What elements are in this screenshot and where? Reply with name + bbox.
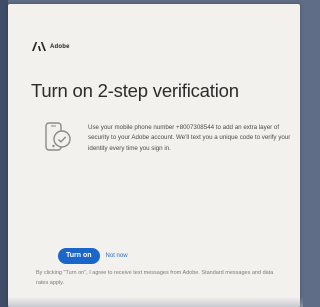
adobe-logo-icon xyxy=(32,42,46,51)
page-title: Turn on 2-step verification xyxy=(31,80,239,101)
device-frame-edge xyxy=(0,0,8,307)
verification-description: Use your mobile phone number +8007308544… xyxy=(88,124,291,152)
not-now-link[interactable]: Not now xyxy=(106,253,128,259)
brand-name: Adobe xyxy=(50,43,70,50)
phone-icon xyxy=(42,120,74,156)
action-row: Turn on Not now xyxy=(58,248,128,264)
photo-shading xyxy=(8,297,303,307)
turn-on-button[interactable]: Turn on xyxy=(58,248,100,264)
verification-card: Adobe Turn on 2-step verification Use yo… xyxy=(8,4,300,307)
brand-header: Adobe xyxy=(32,42,70,51)
consent-footer: By clicking "Turn on", I agree to receiv… xyxy=(36,270,274,286)
